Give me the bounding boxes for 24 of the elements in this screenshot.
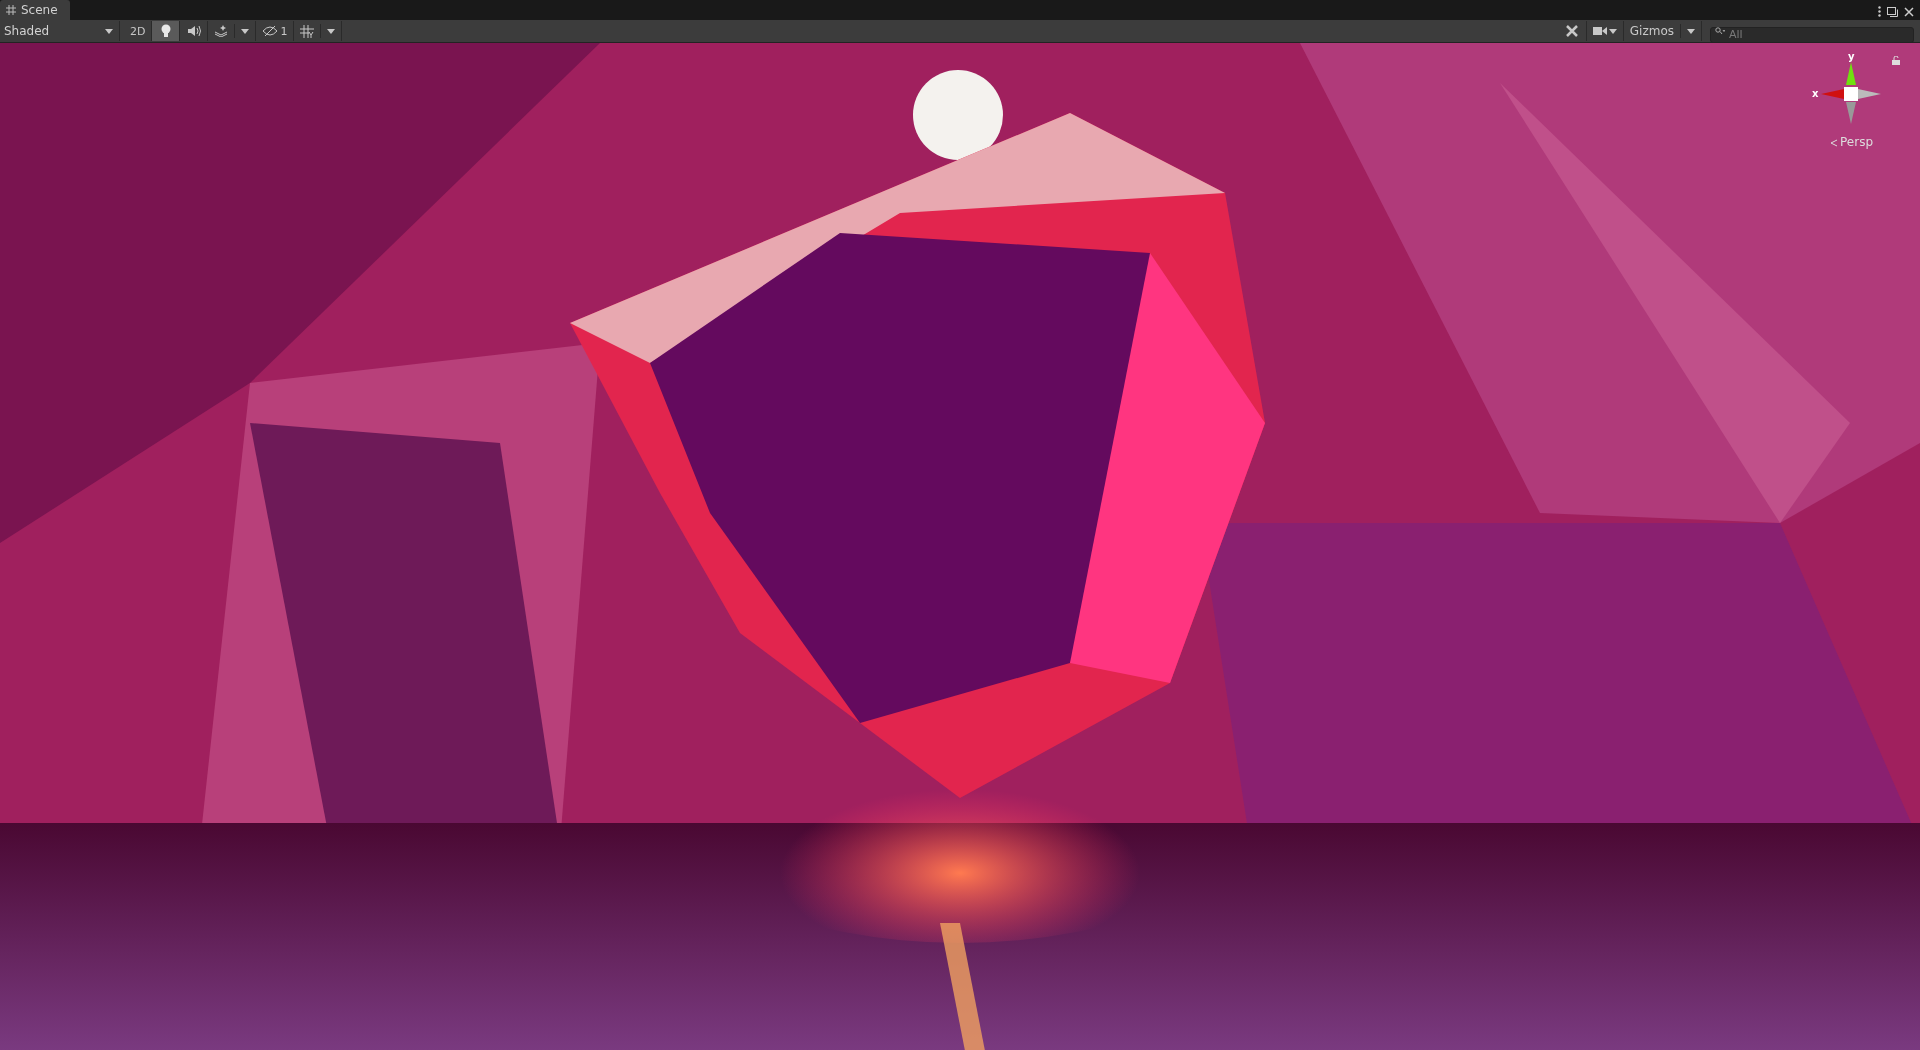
light-bulb-icon [159,24,172,38]
x-axis-label: x [1812,88,1819,99]
search-icon [1715,27,1725,35]
search-field[interactable]: All [1710,26,1914,43]
caret-icon [105,28,113,34]
speaker-icon [186,25,201,37]
lock-icon[interactable] [1892,56,1900,65]
tools-icon [1565,24,1580,38]
draw-mode-dropdown[interactable]: Shaded [0,21,120,41]
caret-icon [1608,28,1617,34]
grid-icon [6,5,16,15]
grid-icon [300,24,315,38]
light-toggle-button[interactable] [152,21,181,41]
projection-toggle[interactable]: Persp [1840,135,1873,149]
more-icon[interactable] [1878,6,1881,17]
eye-crossed-icon [262,25,279,37]
y-axis-label: y [1848,51,1855,62]
layers-sparkle-icon [214,25,229,37]
scene-tab[interactable]: Scene [0,0,70,20]
chevron-left-icon [1830,139,1838,147]
camera-icon [1592,26,1607,36]
close-icon[interactable] [1904,6,1914,17]
maximize-icon[interactable] [1887,6,1898,17]
caret-icon [1687,28,1695,34]
